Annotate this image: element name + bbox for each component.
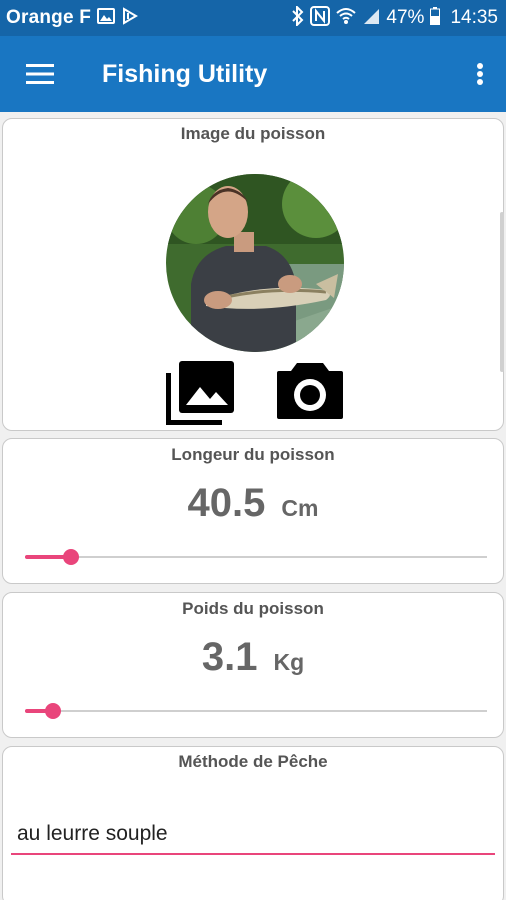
fish-length-title: Longeur du poisson [171, 445, 335, 464]
gallery-notification-icon [97, 7, 116, 29]
weight-value-row: 3.1 Kg [3, 635, 503, 680]
slider-thumb[interactable] [44, 703, 61, 719]
length-value-row: 40.5 Cm [3, 481, 503, 526]
battery-icon [430, 6, 441, 30]
scroll-indicator[interactable] [500, 212, 504, 372]
weight-value: 3.1 [201, 635, 258, 679]
camera-button[interactable] [275, 359, 345, 421]
fish-weight-title: Poids du poisson [182, 599, 324, 618]
weight-slider[interactable] [25, 701, 487, 721]
gallery-button[interactable] [165, 359, 236, 426]
fishing-method-input[interactable] [11, 815, 495, 855]
slider-track [25, 556, 487, 558]
fish-image-title: Image du poisson [180, 124, 326, 143]
signal-icon [362, 7, 380, 30]
length-unit: Cm [281, 495, 319, 521]
app-title: Fishing Utility [102, 59, 268, 88]
fish-image-card: Image du poisson [2, 118, 504, 431]
slider-track [25, 710, 487, 712]
battery-percent: 47% [386, 7, 425, 28]
camera-icon [277, 363, 343, 419]
fish-length-card: Longeur du poisson 40.5 Cm [2, 438, 504, 584]
fishing-method-card: Méthode de Pêche [2, 746, 504, 900]
photo-library-icon [165, 361, 234, 426]
bluetooth-icon [292, 4, 304, 31]
app-bar: Fishing Utility [0, 36, 506, 112]
weight-unit: Kg [273, 649, 305, 675]
clock: 14:35 [450, 7, 498, 28]
fish-photo[interactable] [166, 174, 344, 352]
wifi-icon [336, 7, 357, 30]
status-bar: Orange F 47% 14:35 [0, 0, 506, 36]
menu-button[interactable] [0, 36, 80, 112]
nfc-icon [310, 5, 331, 31]
fishing-method-title: Méthode de Pêche [178, 752, 328, 771]
app-notification-icon [121, 6, 139, 30]
length-slider[interactable] [25, 547, 487, 567]
hamburger-menu-icon [26, 64, 54, 84]
more-vert-icon [477, 63, 483, 85]
overflow-menu-button[interactable] [468, 36, 492, 112]
length-value: 40.5 [187, 481, 266, 525]
slider-thumb[interactable] [63, 549, 80, 565]
carrier-name: Orange F [6, 7, 92, 28]
fish-weight-card: Poids du poisson 3.1 Kg [2, 592, 504, 738]
